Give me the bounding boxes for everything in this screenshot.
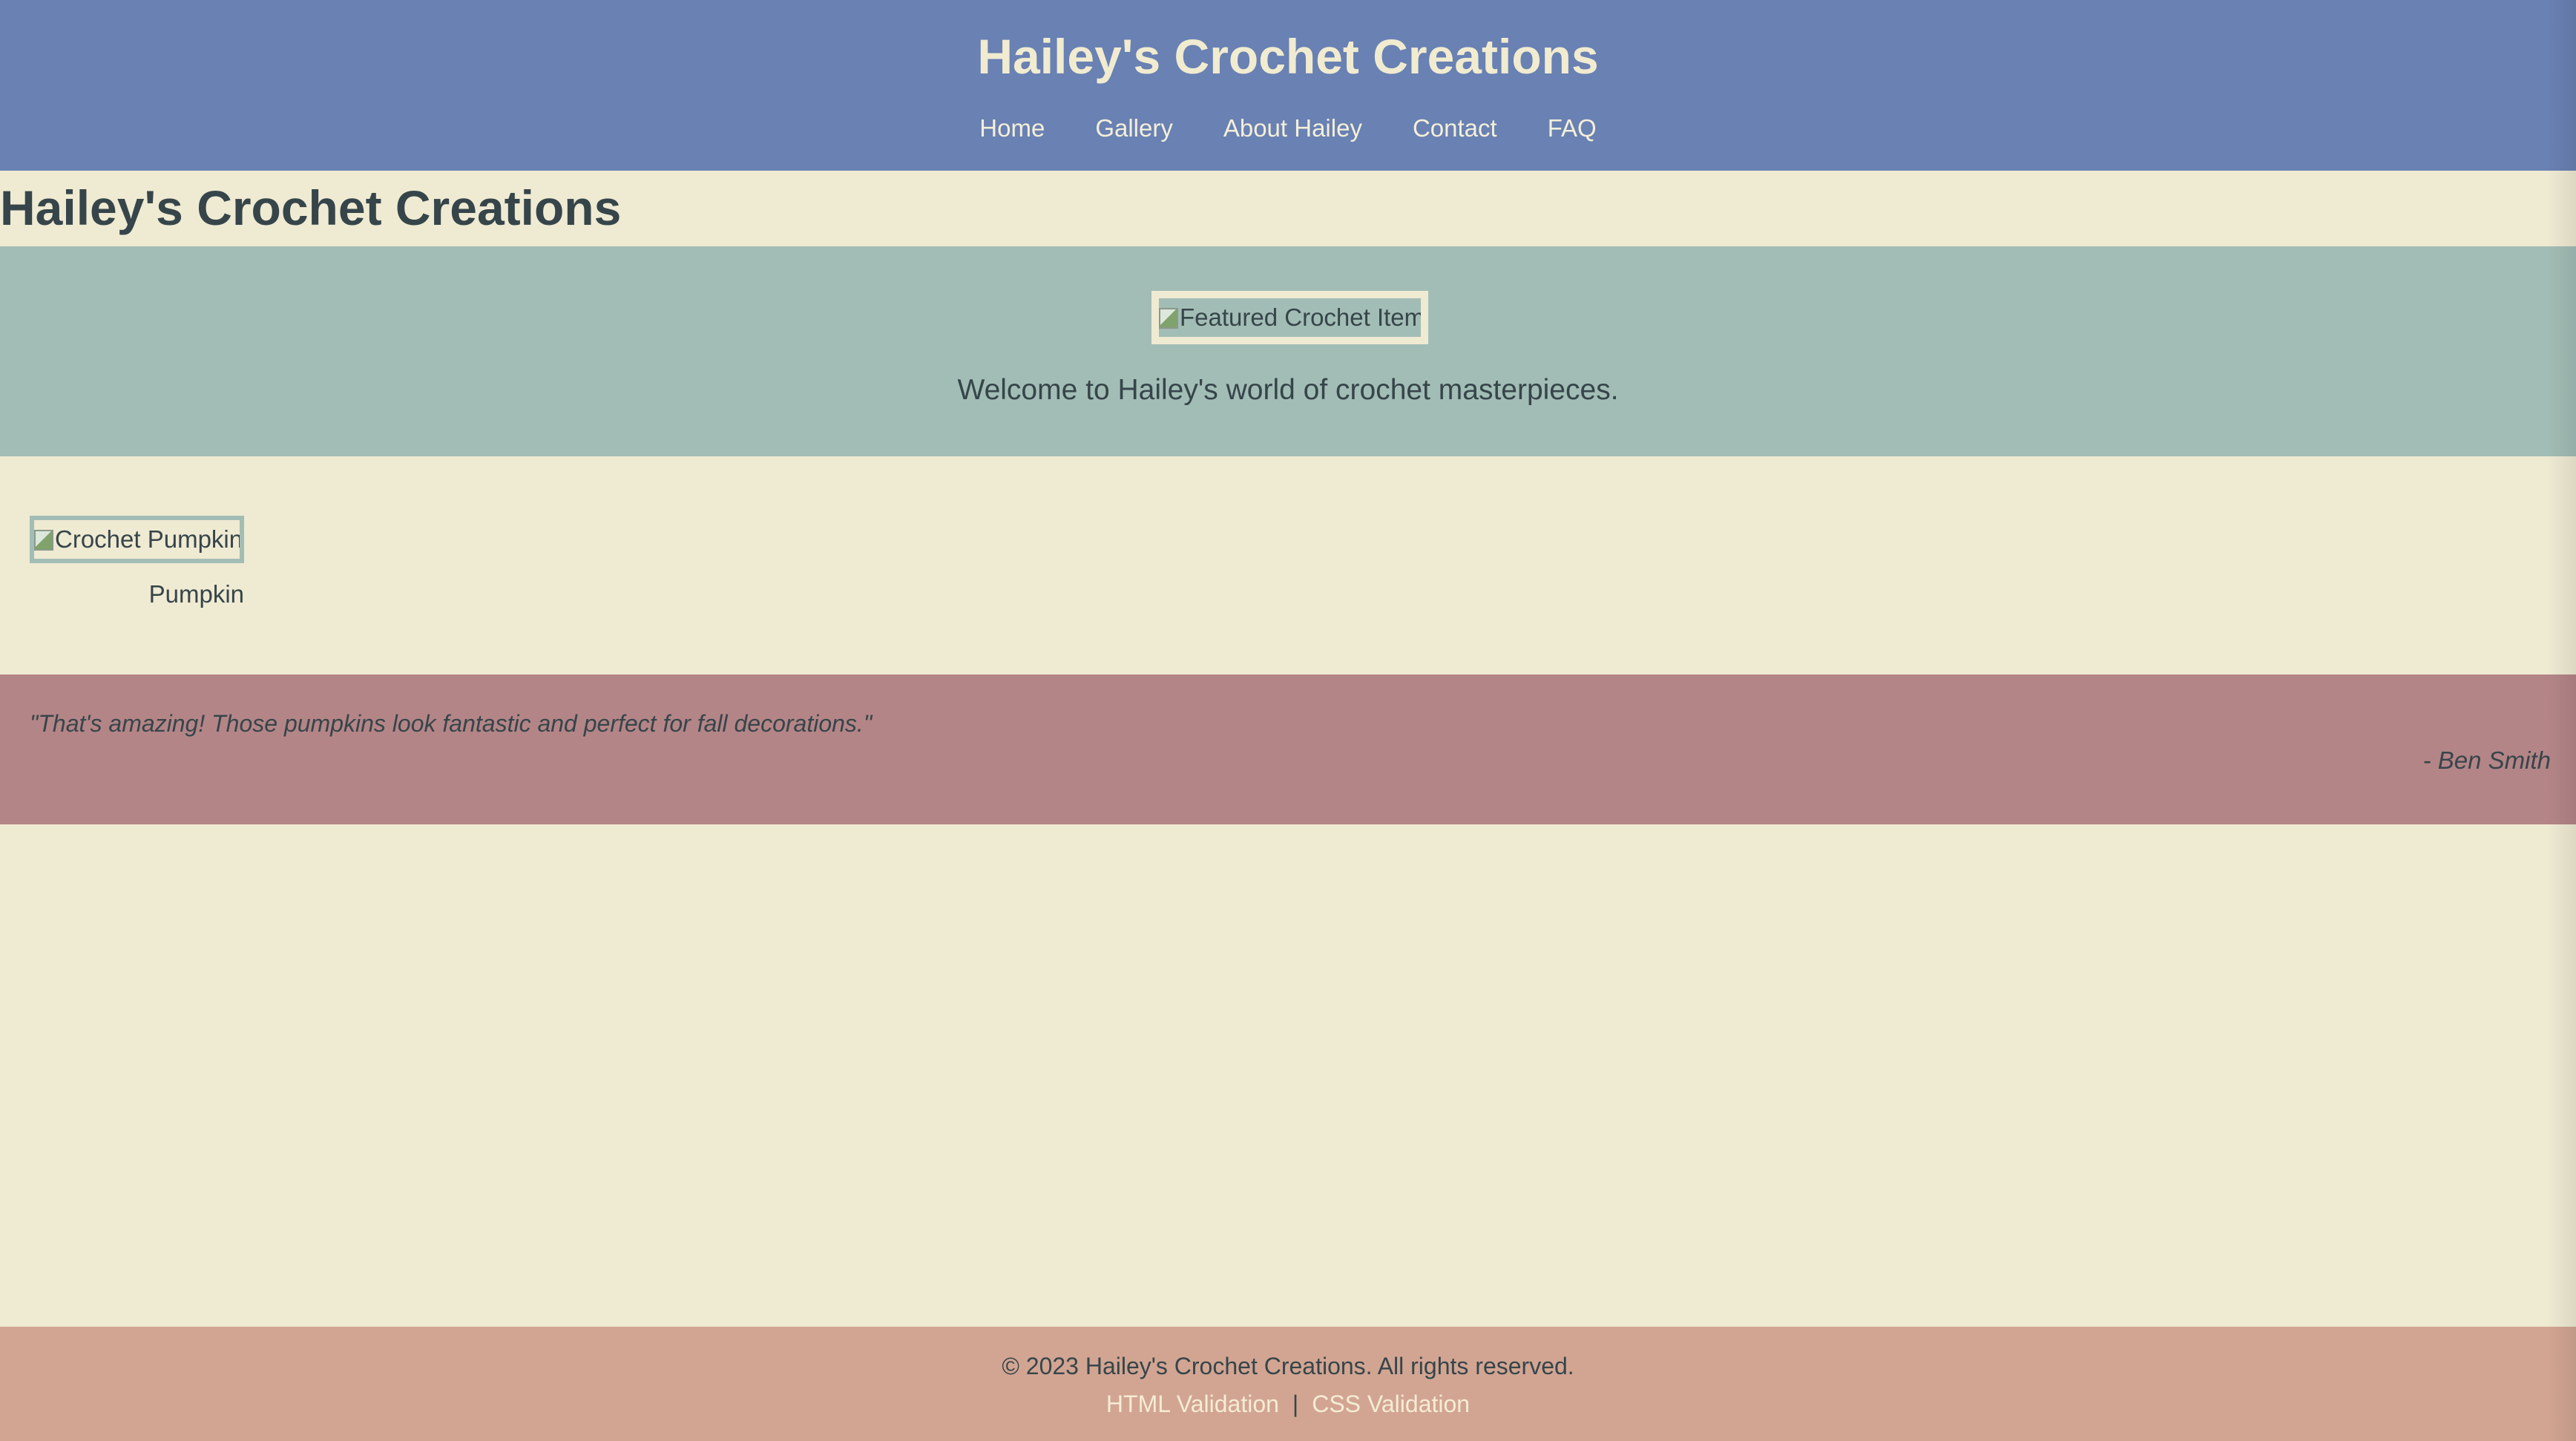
site-header: Hailey's Crochet Creations Home Gallery … bbox=[0, 0, 2576, 171]
pumpkin-image-alt: Crochet Pumpkin bbox=[55, 525, 243, 553]
featured-image: Featured Crochet Item bbox=[1151, 291, 1428, 344]
validation-links: HTML Validation | CSS Validation bbox=[0, 1387, 2576, 1421]
testimonial: "That's amazing! Those pumpkins look fan… bbox=[0, 674, 2576, 824]
site-title: Hailey's Crochet Creations bbox=[977, 29, 1599, 84]
testimonial-quote: "That's amazing! Those pumpkins look fan… bbox=[30, 710, 873, 737]
hero-section: Featured Crochet Item Welcome to Hailey'… bbox=[0, 246, 2576, 456]
site-footer: © 2023 Hailey's Crochet Creations. All r… bbox=[0, 1327, 2576, 1441]
testimonial-author: - Ben Smith bbox=[2422, 746, 2551, 774]
html-validation-link[interactable]: HTML Validation bbox=[1106, 1391, 1279, 1417]
nav-about-hailey[interactable]: About Hailey bbox=[1198, 110, 1387, 147]
welcome-text: Welcome to Hailey's world of crochet mas… bbox=[957, 374, 1619, 406]
css-validation-link[interactable]: CSS Validation bbox=[1312, 1391, 1470, 1417]
pumpkin-image[interactable]: Crochet Pumpkin bbox=[30, 516, 244, 563]
nav-gallery[interactable]: Gallery bbox=[1070, 110, 1198, 147]
nav-home[interactable]: Home bbox=[954, 110, 1070, 147]
nav-faq[interactable]: FAQ bbox=[1522, 110, 1622, 147]
page-title: Hailey's Crochet Creations bbox=[0, 180, 622, 235]
footer-separator: | bbox=[1292, 1391, 1299, 1417]
gallery-caption: Pumpkin bbox=[148, 580, 244, 608]
gallery-item: Crochet Pumpkin Pumpkin bbox=[30, 516, 244, 612]
broken-image-icon bbox=[1159, 308, 1178, 329]
copyright-text: © 2023 Hailey's Crochet Creations. All r… bbox=[1002, 1353, 1574, 1379]
broken-image-icon bbox=[34, 530, 53, 551]
nav-contact[interactable]: Contact bbox=[1387, 110, 1522, 147]
featured-image-alt: Featured Crochet Item bbox=[1180, 303, 1425, 331]
main-nav: Home Gallery About Hailey Contact FAQ bbox=[0, 110, 2576, 147]
